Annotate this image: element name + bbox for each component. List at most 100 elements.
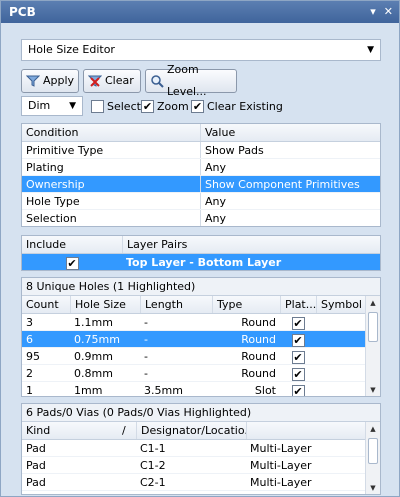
include-checkbox[interactable]: ✔ — [65, 256, 79, 270]
select-checkbox[interactable]: Select — [91, 98, 141, 114]
plated-checkbox[interactable]: ✔ — [291, 316, 305, 330]
apply-button[interactable]: Apply — [21, 69, 79, 93]
editor-select[interactable]: Hole Size Editor ▼ — [21, 39, 381, 61]
scroll-thumb[interactable] — [368, 312, 378, 342]
plated-cell[interactable]: ✔ — [280, 314, 316, 330]
clear-button[interactable]: Clear — [83, 69, 141, 93]
scroll-down-icon[interactable]: ▼ — [366, 481, 380, 494]
mode-select-value: Dim — [28, 99, 51, 112]
kind-column-header[interactable]: Kind — [22, 422, 122, 439]
zoom-level-button[interactable]: Zoom Level... — [145, 63, 237, 98]
condition-value[interactable]: Any — [200, 159, 380, 175]
select-box[interactable] — [91, 99, 104, 113]
condition-row[interactable]: Hole Type Any — [22, 193, 380, 210]
pin-icon[interactable]: ▾ — [370, 1, 376, 23]
zoom-level-label: Zoom Level... — [167, 63, 207, 98]
chevron-down-icon: ▼ — [69, 101, 76, 111]
close-icon[interactable]: ✕ — [384, 1, 393, 23]
condition-row[interactable]: Primitive Type Show Pads — [22, 142, 380, 159]
pad-kind: Pad — [26, 442, 46, 455]
filter-icon — [26, 75, 40, 87]
layer-pair-row[interactable]: ✔ Top Layer - Bottom Layer — [22, 254, 380, 270]
plated-cell[interactable]: ✔ — [280, 382, 316, 396]
scroll-thumb[interactable] — [368, 438, 378, 464]
pads-header: Kind / Designator/Locatio... — [22, 422, 380, 440]
zoom-checkbox[interactable]: ✔ Zoom — [141, 98, 189, 114]
condition-row[interactable]: Plating Any — [22, 159, 380, 176]
scroll-up-icon[interactable]: ▲ — [366, 296, 380, 310]
length-column-header[interactable]: Length — [140, 296, 212, 313]
plated-checkbox[interactable]: ✔ — [291, 384, 305, 396]
condition-column-header[interactable]: Condition — [22, 124, 200, 141]
hole-row[interactable]: 1 1mm 3.5mm Slot ✔ — [22, 382, 380, 396]
plated-checkbox[interactable]: ✔ — [291, 367, 305, 381]
scroll-up-icon[interactable]: ▲ — [366, 422, 380, 436]
holes-caption: 8 Unique Holes (1 Highlighted) — [22, 278, 380, 296]
condition-name: Hole Type — [26, 195, 80, 208]
plated-checkbox[interactable]: ✔ — [291, 350, 305, 364]
plated-column-header[interactable]: Plat... — [280, 296, 316, 313]
condition-value[interactable]: Any — [200, 210, 380, 226]
layer-column-header[interactable] — [246, 422, 366, 439]
layer-pair-name: Top Layer - Bottom Layer — [126, 256, 282, 269]
clear-existing-label: Clear Existing — [207, 99, 283, 113]
hole-type: Round — [241, 333, 276, 346]
holes-scrollbar[interactable]: ▲ ▼ — [365, 296, 380, 396]
condition-value[interactable]: Any — [200, 193, 380, 209]
layer-pairs-header: Include Layer Pairs — [22, 236, 380, 254]
pads-scrollbar[interactable]: ▲ ▼ — [365, 422, 380, 494]
mode-select[interactable]: Dim ▼ — [21, 96, 83, 116]
plated-checkbox[interactable]: ✔ — [291, 333, 305, 347]
clear-existing-checkbox[interactable]: ✔ Clear Existing — [191, 98, 283, 114]
designator-column-header[interactable]: Designator/Locatio... — [136, 422, 246, 439]
condition-row-selected[interactable]: Ownership Show Component Primitives — [22, 176, 380, 193]
clear-existing-box[interactable]: ✔ — [191, 99, 204, 113]
apply-label: Apply — [43, 74, 75, 87]
layer-pairs-column-header[interactable]: Layer Pairs — [122, 236, 380, 253]
zoom-label: Zoom — [157, 99, 189, 113]
hole-count: 3 — [26, 316, 33, 329]
hole-row[interactable]: 3 1.1mm - Round ✔ — [22, 314, 380, 331]
symbol-column-header[interactable]: Symbol — [316, 296, 366, 313]
hole-row[interactable]: 95 0.9mm - Round ✔ — [22, 348, 380, 365]
pad-row[interactable]: Pad C1-2 Multi-Layer — [22, 457, 380, 474]
include-cell[interactable]: ✔ — [22, 254, 122, 270]
hole-size: 0.75mm — [74, 333, 120, 346]
plated-cell[interactable]: ✔ — [280, 348, 316, 364]
clear-label: Clear — [105, 74, 134, 87]
hole-length: - — [144, 333, 148, 346]
scroll-down-icon[interactable]: ▼ — [366, 383, 380, 396]
pad-row[interactable]: Pad C1-1 Multi-Layer — [22, 440, 380, 457]
pad-row[interactable]: Pad C2-1 Multi-Layer — [22, 474, 380, 491]
pad-layer: Multi-Layer — [250, 476, 312, 489]
hole-count: 95 — [26, 350, 40, 363]
condition-row[interactable]: Selection Any — [22, 210, 380, 226]
pad-layer: Multi-Layer — [250, 442, 312, 455]
value-column-header[interactable]: Value — [200, 124, 380, 141]
condition-value[interactable]: Show Pads — [200, 142, 380, 158]
hole-length: - — [144, 350, 148, 363]
condition-name: Plating — [26, 161, 64, 174]
clear-filter-icon — [88, 75, 102, 87]
plated-cell[interactable]: ✔ — [280, 331, 316, 347]
pcb-panel: PCB ▾ ✕ Hole Size Editor ▼ Apply Clear Z… — [0, 0, 400, 497]
conditions-grid: Condition Value Primitive Type Show Pads… — [21, 123, 381, 227]
conditions-header: Condition Value — [22, 124, 380, 142]
pads-caption: 6 Pads/0 Vias (0 Pads/0 Vias Highlighted… — [22, 404, 380, 422]
type-column-header[interactable]: Type — [212, 296, 280, 313]
pads-grid: 6 Pads/0 Vias (0 Pads/0 Vias Highlighted… — [21, 403, 381, 495]
hole-size: 0.9mm — [74, 350, 113, 363]
hole-row-selected[interactable]: 6 0.75mm - Round ✔ — [22, 331, 380, 348]
plated-cell[interactable]: ✔ — [280, 365, 316, 381]
pad-kind: Pad — [26, 459, 46, 472]
count-column-header[interactable]: Count — [22, 296, 70, 313]
condition-value[interactable]: Show Component Primitives — [200, 176, 380, 192]
hole-size-column-header[interactable]: Hole Size — [70, 296, 140, 313]
pad-layer: Multi-Layer — [250, 459, 312, 472]
hole-size: 1.1mm — [74, 316, 113, 329]
condition-name: Primitive Type — [26, 144, 104, 157]
include-column-header[interactable]: Include — [22, 236, 122, 253]
chevron-down-icon: ▼ — [367, 45, 374, 55]
zoom-box[interactable]: ✔ — [141, 99, 154, 113]
hole-row[interactable]: 2 0.8mm - Round ✔ — [22, 365, 380, 382]
